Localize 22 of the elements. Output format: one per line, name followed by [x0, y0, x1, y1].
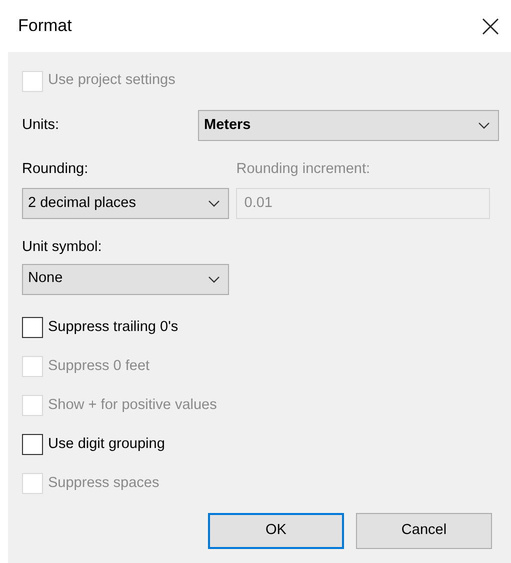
- caret-icon: [478, 122, 490, 129]
- checkbox-label: Show + for positive values: [48, 396, 217, 415]
- caret-icon: [208, 200, 220, 207]
- rounding-dropdown[interactable]: 2 decimal places: [22, 188, 229, 219]
- checkbox-label: Use project settings: [48, 71, 176, 90]
- checkbox-label: Use digit grouping: [48, 434, 165, 454]
- checkbox[interactable]: [22, 317, 43, 338]
- unit-symbol-dropdown[interactable]: None: [22, 264, 229, 295]
- field-label: Units:: [22, 116, 60, 135]
- cancel-button[interactable]: Cancel: [356, 512, 492, 549]
- caret-icon: [208, 276, 220, 283]
- field-label: Rounding:: [22, 160, 90, 179]
- units-dropdown[interactable]: Meters: [198, 110, 499, 141]
- checkbox-label: Suppress 0 feet: [48, 356, 150, 376]
- window-title: Format: [18, 15, 72, 38]
- field-label: Unit symbol:: [22, 238, 103, 257]
- checkbox-label: Suppress spaces: [48, 474, 160, 493]
- checkbox[interactable]: [22, 434, 43, 456]
- close-icon[interactable]: [482, 18, 499, 34]
- ok-button[interactable]: OK: [208, 512, 344, 549]
- checkbox-label: Suppress trailing 0's: [48, 318, 178, 337]
- field-label: Rounding increment:: [236, 160, 372, 179]
